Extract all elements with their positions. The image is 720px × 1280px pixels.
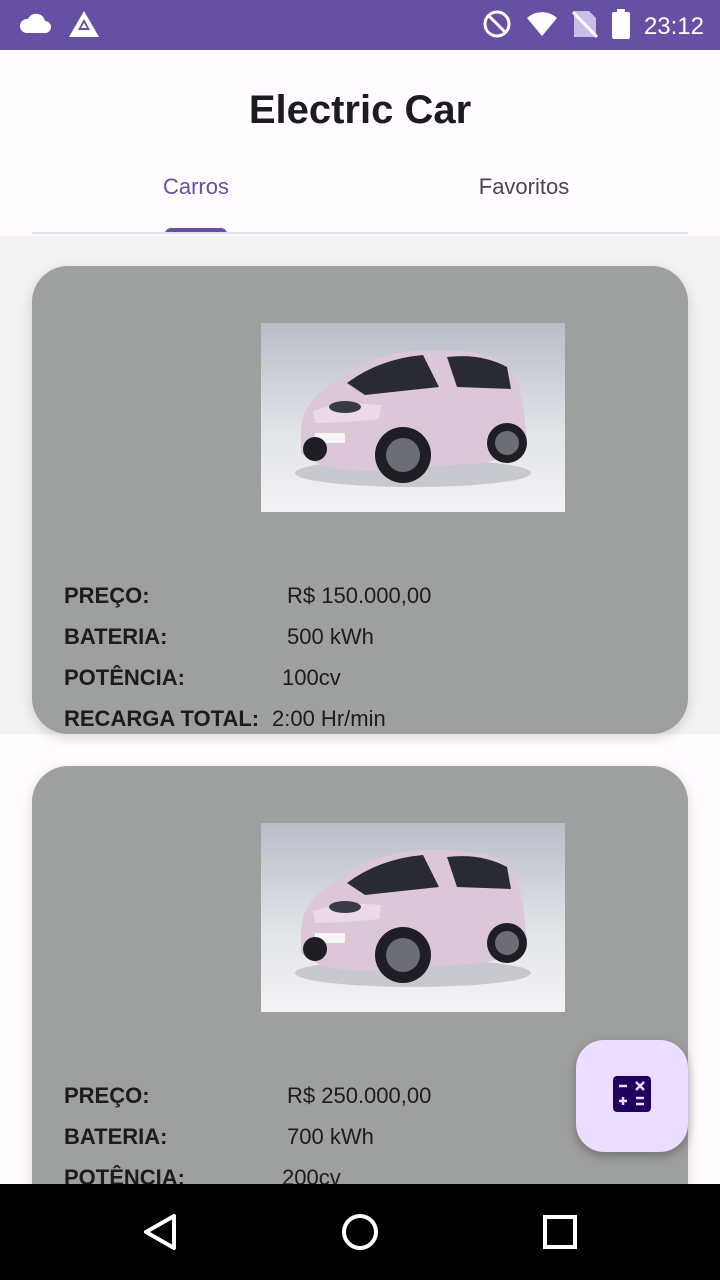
status-clock: 23:12	[643, 12, 704, 40]
home-icon[interactable]	[338, 1210, 382, 1254]
calculator-icon	[613, 1075, 651, 1117]
recents-icon[interactable]	[538, 1210, 582, 1254]
app-title: Electric Car	[248, 88, 472, 132]
car-image	[261, 823, 565, 1012]
battery-value: 500 kWh	[287, 624, 374, 649]
navigation-bar	[0, 1184, 720, 1280]
price-label: PREÇO:	[64, 583, 150, 608]
wifi-icon	[526, 11, 558, 42]
do-not-disturb-icon	[482, 9, 512, 44]
recharge-value: 2:00 Hr/min	[272, 706, 386, 731]
tab-bar: Carros Favoritos	[32, 150, 688, 234]
app-logo-icon	[68, 10, 100, 43]
battery-label: BATERIA:	[64, 1124, 168, 1149]
price-value: R$ 250.000,00	[287, 1083, 432, 1108]
battery-label: BATERIA:	[64, 624, 168, 649]
power-value: 100cv	[282, 665, 341, 690]
car-image	[261, 323, 565, 512]
power-label: POTÊNCIA:	[64, 665, 185, 690]
car-card[interactable]: PREÇO: R$ 150.000,00 BATERIA: 500 kWh PO…	[32, 266, 688, 734]
no-sim-icon	[571, 9, 599, 44]
battery-value: 700 kWh	[287, 1124, 374, 1149]
tab-carros[interactable]: Carros	[32, 150, 360, 224]
status-bar: 23:12	[0, 0, 720, 50]
power-label: POTÊNCIA:	[64, 1165, 185, 1184]
back-icon[interactable]	[138, 1210, 182, 1254]
recharge-label: RECARGA TOTAL:	[64, 706, 260, 731]
cloud-icon	[18, 13, 52, 40]
price-label: PREÇO:	[64, 1083, 150, 1108]
price-value: R$ 150.000,00	[287, 583, 432, 608]
tab-divider	[32, 232, 688, 234]
battery-icon	[611, 9, 630, 44]
tab-favoritos[interactable]: Favoritos	[360, 150, 688, 224]
power-value: 200cv	[282, 1165, 341, 1184]
calculator-fab-button[interactable]	[576, 1040, 688, 1152]
